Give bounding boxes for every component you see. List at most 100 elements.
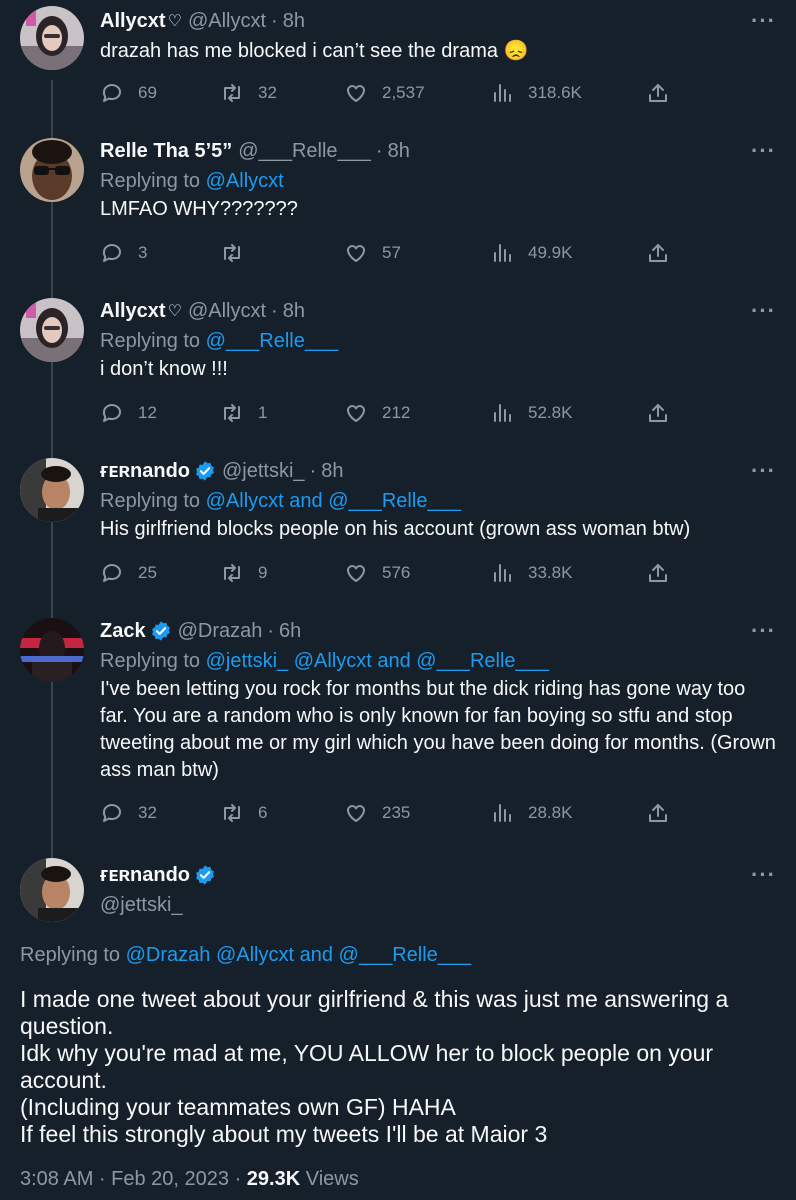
like-icon	[347, 805, 365, 822]
views-button[interactable]: 52.8K	[490, 401, 572, 425]
reply-count: 69	[138, 83, 157, 102]
avatar[interactable]	[20, 858, 84, 922]
avatar[interactable]	[20, 138, 84, 202]
display-name[interactable]: Relle Tha 5’5”	[100, 140, 232, 163]
reply-button[interactable]: 32	[100, 801, 157, 825]
display-name[interactable]: Zack	[100, 620, 146, 643]
like-button[interactable]: 576	[344, 561, 410, 585]
user-handle[interactable]: @jettski_	[222, 460, 305, 483]
retweet-button[interactable]: 1	[220, 401, 267, 425]
tweet-header: ғᴇʀnando @jettski_ · 8h	[100, 456, 776, 486]
mention-link[interactable]: @Allycxt and @___Relle___	[206, 490, 461, 512]
mention-link[interactable]: @jettski_ @Allycxt and @___Relle___	[206, 650, 549, 672]
handle-row: @jettski_	[100, 890, 776, 920]
mention-link[interactable]: @___Relle___	[206, 330, 339, 352]
more-icon[interactable]: ···	[751, 140, 776, 162]
user-handle[interactable]: @jettski_	[100, 894, 183, 917]
retweet-button[interactable]: 9	[220, 561, 267, 585]
share-button[interactable]	[646, 401, 684, 425]
separator-dot: ·	[271, 9, 278, 32]
like-button[interactable]: 57	[344, 241, 401, 265]
main-tweet[interactable]: ғᴇʀnando @jettski_ ··· Replying to @Draz…	[0, 856, 796, 1200]
retweet-icon	[224, 404, 240, 422]
display-name[interactable]: ғᴇʀnando	[100, 460, 190, 483]
views-count: 29.3K	[246, 1168, 301, 1190]
tweet-actions: 25 9 576 33.8K	[100, 558, 670, 588]
share-icon	[649, 404, 667, 422]
thread-tweet-1[interactable]: Allycxt ♡ @Allycxt · 8h drazah has me bl…	[0, 0, 796, 140]
replying-to: Replying to @Allycxt	[100, 166, 776, 196]
user-handle[interactable]: @Allycxt	[188, 10, 266, 33]
like-button[interactable]: 212	[344, 401, 410, 425]
share-icon	[649, 84, 667, 102]
thread-tweet-4[interactable]: ғᴇʀnando @jettski_ · 8h Replying to @All…	[0, 456, 796, 616]
replying-label: Replying to	[100, 330, 201, 352]
display-name[interactable]: ғᴇʀnando	[100, 864, 190, 887]
mention-link[interactable]: @Drazah @Allycxt and @___Relle___	[126, 944, 472, 966]
views-button[interactable]: 49.9K	[490, 241, 572, 265]
reply-icon	[102, 244, 121, 262]
display-name[interactable]: Allycxt	[100, 10, 166, 33]
retweet-button[interactable]: 32	[220, 81, 277, 105]
reply-button[interactable]: 12	[100, 401, 157, 425]
replying-label: Replying to	[100, 170, 201, 192]
like-button[interactable]: 235	[344, 801, 410, 825]
thread-tweet-2[interactable]: Relle Tha 5’5” @___Relle___ · 8h Replyin…	[0, 136, 796, 296]
retweet-icon	[224, 804, 240, 822]
avatar[interactable]	[20, 6, 84, 70]
tweet-time[interactable]: 8h	[283, 300, 305, 323]
user-handle[interactable]: @Drazah	[178, 620, 263, 643]
tweet-timestamp[interactable]: 3:08 AM · Feb 20, 2023 ·	[20, 1168, 247, 1190]
more-icon[interactable]: ···	[751, 864, 776, 886]
views-button[interactable]: 318.6K	[490, 81, 582, 105]
more-icon[interactable]: ···	[751, 300, 776, 322]
tweet-time[interactable]: 6h	[279, 620, 301, 643]
tweet-text: LMFAO WHY???????	[100, 198, 298, 220]
tweet-header: Allycxt ♡ @Allycxt · 8h	[100, 296, 776, 326]
views-button[interactable]: 33.8K	[490, 561, 572, 585]
mention-link[interactable]: @Allycxt	[206, 170, 284, 192]
retweet-count: 32	[258, 83, 277, 102]
replying-label: Replying to	[100, 650, 201, 672]
more-icon[interactable]: ···	[751, 620, 776, 642]
user-handle[interactable]: @___Relle___	[238, 140, 371, 163]
more-icon[interactable]: ···	[751, 10, 776, 32]
reply-button[interactable]: 3	[100, 241, 147, 265]
thread-tweet-5[interactable]: Zack @Drazah · 6h Replying to @jettski_ …	[0, 616, 796, 846]
tweet-time[interactable]: 8h	[388, 140, 410, 163]
reply-icon	[102, 84, 121, 102]
user-handle[interactable]: @Allycxt	[188, 300, 266, 323]
views-button[interactable]: 28.8K	[490, 801, 572, 825]
like-icon	[347, 245, 365, 262]
like-count: 57	[382, 243, 401, 262]
display-name[interactable]: Allycxt	[100, 300, 166, 323]
reply-count: 3	[138, 243, 148, 262]
like-icon	[347, 565, 365, 582]
share-button[interactable]	[646, 561, 684, 585]
tweet-time[interactable]: 8h	[321, 460, 343, 483]
thread-tweet-3[interactable]: Allycxt ♡ @Allycxt · 8h Replying to @___…	[0, 296, 796, 456]
share-button[interactable]	[646, 241, 684, 265]
like-icon	[347, 405, 365, 422]
share-button[interactable]	[646, 801, 684, 825]
tweet-time[interactable]: 8h	[283, 10, 305, 33]
avatar[interactable]	[20, 458, 84, 522]
retweet-button[interactable]: 6	[220, 801, 267, 825]
like-count: 2,537	[382, 83, 425, 102]
reply-button[interactable]: 69	[100, 81, 157, 105]
avatar[interactable]	[20, 618, 84, 682]
share-icon	[649, 804, 667, 822]
like-button[interactable]: 2,537	[344, 81, 425, 105]
tweet-actions: 69 32 2,537 318.6K	[100, 78, 670, 108]
retweet-count: 6	[258, 803, 268, 822]
more-icon[interactable]: ···	[751, 460, 776, 482]
retweet-count: 9	[258, 563, 268, 582]
tweet-header: Allycxt ♡ @Allycxt · 8h	[100, 6, 776, 36]
avatar[interactable]	[20, 298, 84, 362]
reply-icon	[102, 404, 121, 422]
reply-button[interactable]: 25	[100, 561, 157, 585]
share-button[interactable]	[646, 81, 684, 105]
retweet-button[interactable]	[220, 241, 258, 265]
views-icon	[494, 564, 511, 582]
text-line: (Including your teammates own GF) HAHA	[20, 1094, 456, 1120]
